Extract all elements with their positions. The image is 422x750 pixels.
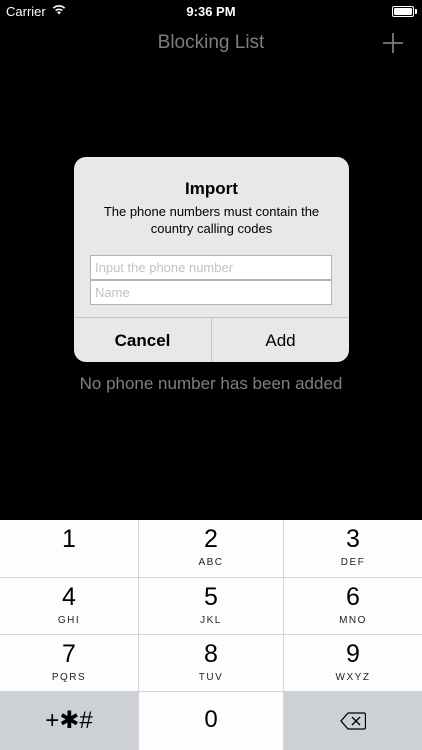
key-8[interactable]: 8 TUV bbox=[139, 635, 284, 692]
key-9[interactable]: 9 WXYZ bbox=[284, 635, 422, 692]
key-4[interactable]: 4 GHI bbox=[0, 578, 139, 635]
key-digit: 6 bbox=[346, 583, 360, 611]
battery-icon bbox=[392, 6, 417, 17]
import-dialog: Import The phone numbers must contain th… bbox=[74, 157, 349, 362]
numeric-keypad: 1 2 ABC 3 DEF 4 GHI 5 JKL 6 MNO 7 PQRS 8… bbox=[0, 520, 422, 750]
key-letters: GHI bbox=[57, 615, 81, 626]
page-title: Blocking List bbox=[157, 32, 265, 53]
key-letters: PQRS bbox=[51, 672, 87, 683]
empty-list-message: No phone number has been added bbox=[79, 374, 343, 393]
delete-key[interactable] bbox=[284, 692, 422, 750]
key-digit: 1 bbox=[62, 525, 76, 553]
key-letters: DEF bbox=[340, 557, 366, 568]
navigation-bar: Blocking List bbox=[0, 22, 422, 66]
key-digit: 2 bbox=[204, 525, 218, 553]
name-input[interactable] bbox=[90, 280, 332, 305]
key-digit: 4 bbox=[62, 583, 76, 611]
key-5[interactable]: 5 JKL bbox=[139, 578, 284, 635]
key-7[interactable]: 7 PQRS bbox=[0, 635, 139, 692]
key-digit: 3 bbox=[346, 525, 360, 553]
key-symbols-label: +✱# bbox=[45, 707, 93, 734]
key-2[interactable]: 2 ABC bbox=[139, 520, 284, 578]
key-6[interactable]: 6 MNO bbox=[284, 578, 422, 635]
phone-number-input[interactable] bbox=[90, 255, 332, 280]
key-letters: WXYZ bbox=[335, 672, 371, 683]
dialog-message: The phone numbers must contain the count… bbox=[103, 204, 320, 236]
key-digit: 5 bbox=[204, 583, 218, 611]
key-digit: 7 bbox=[62, 640, 76, 668]
dialog-title: Import bbox=[185, 179, 238, 198]
key-letters: TUV bbox=[198, 672, 224, 683]
key-digit: 0 bbox=[204, 706, 218, 733]
key-symbols[interactable]: +✱# bbox=[0, 692, 139, 750]
key-1[interactable]: 1 bbox=[0, 520, 139, 578]
status-bar: Carrier 9:36 PM bbox=[0, 0, 422, 22]
dialog-actions: Cancel Add bbox=[74, 317, 349, 362]
key-digit: 9 bbox=[346, 640, 360, 668]
cancel-button[interactable]: Cancel bbox=[74, 318, 212, 362]
key-3[interactable]: 3 DEF bbox=[284, 520, 422, 578]
plus-icon[interactable] bbox=[380, 30, 406, 56]
key-0[interactable]: 0 bbox=[139, 692, 284, 750]
key-letters: MNO bbox=[339, 615, 367, 626]
add-button[interactable]: Add bbox=[212, 318, 349, 362]
key-digit: 8 bbox=[204, 640, 218, 668]
key-letters: ABC bbox=[198, 557, 224, 568]
backspace-icon bbox=[340, 712, 366, 730]
status-time: 9:36 PM bbox=[186, 4, 236, 19]
key-letters: JKL bbox=[200, 615, 222, 626]
